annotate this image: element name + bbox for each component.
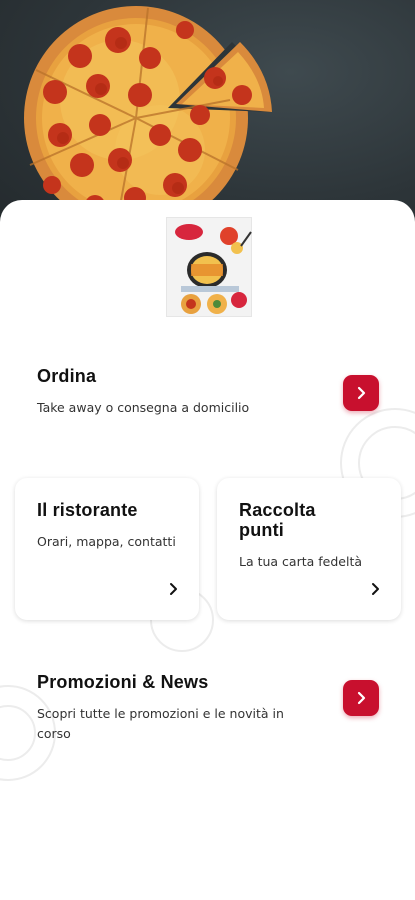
chevron-right-icon [357,386,366,400]
order-section[interactable]: Ordina Take away o consegna a domicilio [37,366,337,426]
promotions-section[interactable]: Promozioni & News Scopri tutte le promoz… [37,672,332,752]
order-title: Ordina [37,366,97,386]
chevron-right-icon [357,691,366,705]
restaurant-card-subtitle: Orari, mappa, contatti [37,534,176,549]
promotions-subtitle-line2: corso [37,726,71,741]
content-sheet: Ordina Take away o consegna a domicilio … [0,200,415,900]
loyalty-points-card[interactable]: Raccolta punti La tua carta fedeltà [217,478,401,620]
loyalty-card-title-line1: Raccolta [239,500,316,520]
loyalty-card-subtitle: La tua carta fedeltà [239,554,363,569]
order-button[interactable] [343,375,379,411]
restaurant-card[interactable]: Il ristorante Orari, mappa, contatti [15,478,199,620]
promotions-title: Promozioni & News [37,672,209,692]
decorative-ring [0,705,36,761]
loyalty-card-title-line2: punti [239,520,284,540]
order-subtitle: Take away o consegna a domicilio [37,400,250,415]
promotions-button[interactable] [343,680,379,716]
chevron-right-icon [170,583,177,595]
chevron-right-icon [372,583,379,595]
promotions-subtitle-line1: Scopri tutte le promozioni e le novità i… [37,706,284,721]
promotions-subtitle: Scopri tutte le promozioni e le novità i… [37,704,332,744]
loyalty-card-title: Raccolta punti [239,500,316,540]
restaurant-card-title: Il ristorante [37,500,138,520]
pizza-logo-icon [175,224,252,314]
app-logo [166,217,252,317]
